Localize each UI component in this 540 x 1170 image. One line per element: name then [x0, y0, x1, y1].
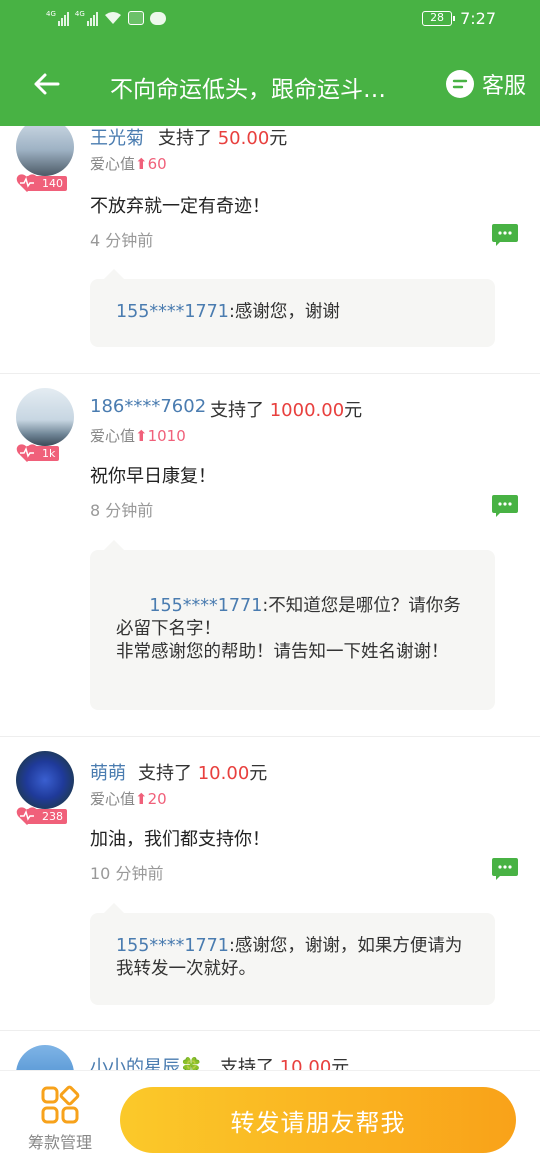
comment-text: 加油，我们都支持你！ — [90, 829, 270, 850]
supporter-name[interactable]: 186****7602 — [90, 396, 206, 417]
reply-text: :感谢您，谢谢 — [228, 302, 340, 322]
comment-time: 8 分钟前 — [90, 501, 154, 520]
avatar[interactable] — [16, 751, 74, 809]
fundraising-management-button[interactable]: 筹款管理 — [18, 1085, 102, 1153]
page-title: 不向命运低头，跟命运斗… — [110, 77, 386, 103]
heart-pulse-icon — [16, 444, 38, 462]
heart-pulse-icon — [16, 174, 38, 192]
app-notification-icon — [127, 11, 144, 25]
customer-service-button[interactable]: 客服 — [445, 68, 526, 100]
support-text: 支持了 50.00元 — [158, 128, 288, 149]
battery-icon: 28 — [422, 11, 456, 26]
customer-service-label: 客服 — [481, 74, 526, 99]
wifi-icon — [104, 11, 122, 25]
list-item: 238 萌萌 支持了 10.00元 爱心值⬆20 加油，我们都支持你！ 10 分… — [0, 737, 540, 1031]
support-text: 支持了 10.00元 — [138, 763, 268, 784]
support-list[interactable]: 140 王光菊 支持了 50.00元 爱心值⬆60 不放弃就一定有奇迹！ 4 分… — [0, 126, 540, 1070]
list-item: 小小的星辰🍀 支持了 10.00元 — [0, 1031, 540, 1070]
reply-box: 155****1771:感谢您，谢谢，如果方便请为我转发一次就好。 — [90, 903, 495, 1005]
avatar[interactable] — [16, 388, 74, 446]
comment-time: 4 分钟前 — [90, 231, 154, 250]
love-badge: 238 — [16, 807, 67, 825]
reply-comment-icon[interactable] — [492, 495, 518, 517]
bottom-bar: 筹款管理 转发请朋友帮我 — [0, 1070, 540, 1170]
signal-icon: 4G — [46, 10, 69, 26]
support-amount: 1000.00 — [269, 400, 345, 421]
reply-box: 155****1771:感谢您，谢谢 — [90, 269, 495, 347]
support-text: 支持了 1000.00元 — [210, 400, 363, 421]
reply-user[interactable]: 155****1771 — [149, 596, 262, 616]
signal-icon-2: 4G — [75, 10, 98, 26]
love-value: 爱心值⬆60 — [90, 155, 167, 173]
reply-comment-icon[interactable] — [492, 224, 518, 246]
status-icons-left: 4G 4G — [46, 10, 166, 26]
status-icons-right: 28 7:27 — [422, 9, 496, 28]
comment-time: 10 分钟前 — [90, 864, 164, 883]
avatar[interactable] — [16, 126, 74, 176]
reply-comment-icon[interactable] — [492, 858, 518, 880]
love-value: 爱心值⬆1010 — [90, 427, 186, 445]
arrow-left-icon — [34, 73, 60, 95]
chat-bubble-icon — [445, 70, 474, 98]
comment-text: 祝你早日康复！ — [90, 466, 216, 487]
reply-user[interactable]: 155****1771 — [116, 302, 229, 322]
grid-apps-icon — [41, 1085, 80, 1124]
support-text: 支持了 10.00元 — [220, 1053, 349, 1070]
header: 不向命运低头，跟命运斗… 客服 — [0, 42, 540, 126]
list-item: 140 王光菊 支持了 50.00元 爱心值⬆60 不放弃就一定有奇迹！ 4 分… — [0, 126, 540, 374]
clock: 7:27 — [460, 9, 496, 28]
list-item: 1k 186****7602 支持了 1000.00元 爱心值⬆1010 祝你早… — [0, 374, 540, 737]
chat-notification-icon — [149, 11, 166, 25]
support-amount: 10.00 — [279, 1057, 332, 1070]
fundraising-management-label: 筹款管理 — [27, 1133, 92, 1152]
comment-text: 不放弃就一定有奇迹！ — [90, 196, 270, 217]
love-badge: 140 — [16, 174, 67, 192]
supporter-name[interactable]: 王光菊 — [90, 126, 144, 150]
heart-pulse-icon — [16, 807, 38, 825]
reply-user[interactable]: 155****1771 — [116, 936, 229, 956]
supporter-name[interactable]: 小小的星辰🍀 — [90, 1053, 202, 1070]
top-bar: 4G 4G 28 7:27 不向命运低头，跟命运斗… 客服 — [0, 0, 540, 126]
reply-box: 155****1771:不知道您是哪位？请你务必留下名字！ 非常感谢您的帮助！请… — [90, 540, 495, 710]
status-bar: 4G 4G 28 7:27 — [0, 0, 540, 42]
back-button[interactable] — [26, 64, 66, 104]
share-ask-friends-button[interactable]: 转发请朋友帮我 — [120, 1087, 516, 1153]
supporter-name[interactable]: 萌萌 — [90, 759, 126, 785]
support-amount: 10.00 — [197, 763, 250, 784]
love-badge: 1k — [16, 444, 60, 462]
love-value: 爱心值⬆20 — [90, 790, 167, 808]
avatar[interactable] — [16, 1045, 74, 1070]
support-amount: 50.00 — [217, 128, 270, 149]
